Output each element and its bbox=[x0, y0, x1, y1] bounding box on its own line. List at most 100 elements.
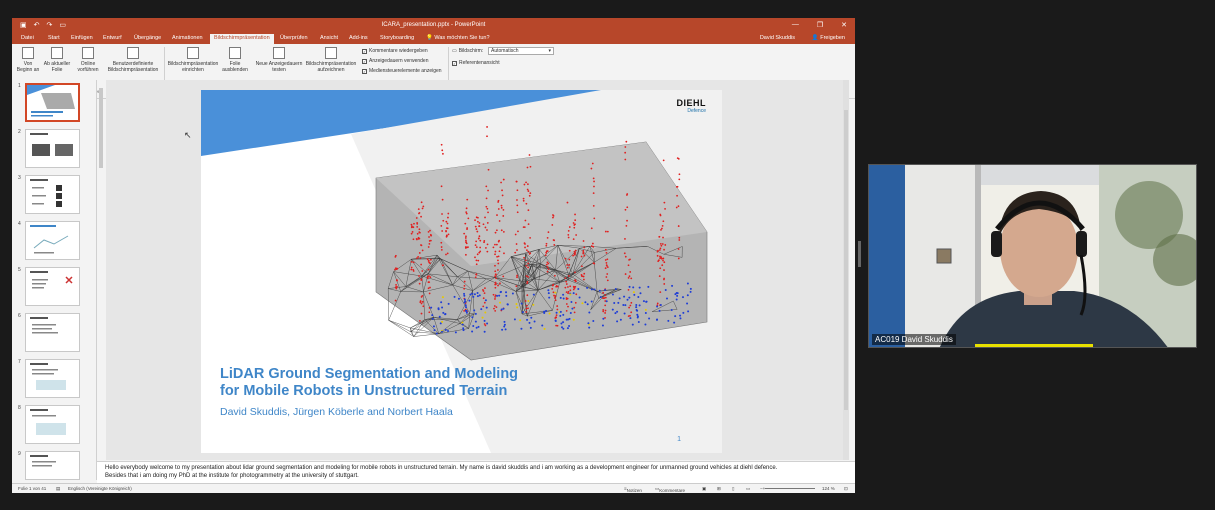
point-red bbox=[495, 277, 497, 280]
thumb-number: 6 bbox=[18, 313, 21, 319]
speaker-notes[interactable]: Hello everybody welcome to my presentati… bbox=[97, 461, 855, 483]
participant-video[interactable]: AC019 David Skuddis bbox=[868, 164, 1197, 348]
zoom-slider[interactable]: −+ bbox=[760, 486, 815, 491]
tab-storyboarding[interactable]: Storyboarding bbox=[380, 35, 414, 41]
point-red bbox=[516, 249, 518, 251]
tab-ansicht[interactable]: Ansicht bbox=[320, 35, 338, 41]
point-red bbox=[496, 214, 498, 216]
point-red bbox=[574, 285, 577, 288]
point-red bbox=[528, 194, 531, 197]
point-blue bbox=[637, 320, 640, 323]
tell-me-search[interactable]: 💡 Was möchten Sie tun? bbox=[426, 35, 490, 41]
tab-einfuegen[interactable]: Einfügen bbox=[71, 35, 93, 41]
point-blue bbox=[588, 326, 591, 329]
slide-thumbnail-3[interactable] bbox=[25, 175, 80, 214]
slide-canvas[interactable]: DIEHL Defence LiDAR Ground Segmentation … bbox=[201, 90, 722, 453]
point-red bbox=[441, 213, 443, 215]
monitor-select[interactable]: Automatisch ▾ bbox=[488, 47, 554, 55]
slide-thumbnail-4[interactable] bbox=[25, 221, 80, 260]
point-red bbox=[484, 324, 487, 327]
point-blue bbox=[503, 323, 506, 326]
thumb-number: 8 bbox=[18, 405, 21, 411]
slide-thumbnail-7[interactable] bbox=[25, 359, 80, 398]
point-blue bbox=[483, 330, 486, 333]
checkbox-media-controls[interactable]: ✓ Mediensteuerelemente anzeigen bbox=[362, 68, 442, 74]
point-red bbox=[602, 308, 605, 311]
point-red bbox=[656, 302, 659, 305]
spellcheck-icon[interactable]: ▤ bbox=[56, 486, 60, 492]
hide-slide-button[interactable]: Folie ausblenden bbox=[220, 47, 250, 73]
point-red bbox=[678, 173, 681, 176]
checkbox-presenter-view[interactable]: ✓ Referentenansicht bbox=[452, 60, 500, 66]
thumbnail-scrollbar[interactable] bbox=[98, 80, 104, 480]
record-show-button[interactable]: Bildschirmpräsentation aufzeichnen bbox=[305, 47, 357, 73]
language-indicator[interactable]: Englisch (Vereinigte Königreich) bbox=[68, 486, 132, 491]
from-current-button[interactable]: Ab aktueller Folie bbox=[42, 47, 72, 73]
point-red bbox=[421, 270, 424, 272]
tab-add-ins[interactable]: Add-ins bbox=[349, 35, 368, 41]
point-red bbox=[566, 201, 569, 204]
point-red bbox=[447, 216, 449, 219]
fit-slide-icon[interactable]: ⊡ bbox=[844, 486, 848, 492]
point-red bbox=[664, 207, 666, 210]
chevron-down-icon: ▾ bbox=[548, 48, 551, 54]
comments-toggle-button[interactable]: ▭ Kommentare bbox=[655, 486, 685, 493]
share-button[interactable]: 👤 Freigeben bbox=[812, 35, 845, 41]
tab-datei[interactable]: Datei bbox=[21, 35, 34, 41]
point-red bbox=[486, 207, 489, 210]
minimize-button[interactable]: — bbox=[792, 21, 799, 29]
point-blue bbox=[554, 319, 557, 322]
slide-thumbnail-9[interactable] bbox=[25, 451, 80, 480]
point-blue bbox=[577, 288, 580, 291]
tab-entwurf[interactable]: Entwurf bbox=[103, 35, 122, 41]
point-red bbox=[447, 212, 450, 215]
close-button[interactable]: ✕ bbox=[841, 21, 847, 29]
splitter-handle[interactable] bbox=[858, 241, 861, 267]
point-blue bbox=[548, 312, 551, 315]
point-red bbox=[545, 263, 548, 266]
maximize-button[interactable]: ❐ bbox=[817, 21, 823, 29]
point-red bbox=[677, 225, 680, 227]
rehearse-timings-button[interactable]: Neue Anzeigedauern testen bbox=[254, 47, 304, 73]
point-blue bbox=[484, 311, 487, 314]
tab-uebergaenge[interactable]: Übergänge bbox=[134, 35, 161, 41]
scroll-thumb[interactable] bbox=[844, 110, 848, 410]
reading-view-icon[interactable]: ▯ bbox=[732, 486, 734, 492]
slide-thumbnail-2[interactable] bbox=[25, 129, 80, 168]
point-red bbox=[474, 256, 476, 259]
point-blue bbox=[463, 294, 466, 297]
setup-show-button[interactable]: Bildschirmpräsentation einrichten bbox=[167, 47, 219, 73]
point-red bbox=[604, 317, 606, 319]
slide-thumbnail-5[interactable] bbox=[25, 267, 80, 306]
slide-thumbnail-1[interactable] bbox=[25, 83, 80, 122]
point-red bbox=[592, 177, 595, 180]
tab-animationen[interactable]: Animationen bbox=[172, 35, 203, 41]
custom-show-button[interactable]: Benutzerdefinierte Bildschirmpräsentatio… bbox=[104, 47, 162, 73]
user-name[interactable]: David Skuddis bbox=[760, 35, 795, 41]
point-red bbox=[592, 262, 595, 264]
zoom-level[interactable]: 124 % bbox=[822, 486, 835, 491]
notes-toggle-button[interactable]: ≡ Notizen bbox=[624, 486, 642, 493]
checkbox-comments[interactable]: ✓ Kommentare wiedergeben bbox=[362, 48, 428, 54]
from-start-button[interactable]: Von Beginn an bbox=[16, 47, 40, 73]
tab-bildschirmpraesentation[interactable]: Bildschirmpräsentation bbox=[210, 34, 274, 44]
point-red bbox=[484, 287, 486, 290]
point-red bbox=[593, 217, 596, 220]
point-blue bbox=[478, 294, 481, 297]
point-blue bbox=[477, 325, 480, 328]
point-red bbox=[677, 157, 680, 160]
checkbox-timings[interactable]: ✓ Anzeigedauern verwenden bbox=[362, 58, 429, 64]
tab-ueberpruefen[interactable]: Überprüfen bbox=[280, 35, 308, 41]
sorter-view-icon[interactable]: ⊞ bbox=[717, 486, 721, 492]
point-red bbox=[567, 275, 570, 277]
point-blue bbox=[555, 311, 558, 314]
slide-scrollbar[interactable] bbox=[843, 80, 849, 460]
scroll-thumb[interactable] bbox=[99, 88, 103, 168]
slide-thumbnail-8[interactable] bbox=[25, 405, 80, 444]
present-online-button[interactable]: Online vorführen bbox=[74, 47, 102, 73]
slide-thumbnail-6[interactable] bbox=[25, 313, 80, 352]
point-red bbox=[572, 238, 575, 241]
normal-view-icon[interactable]: ▣ bbox=[702, 486, 706, 492]
tab-start[interactable]: Start bbox=[48, 35, 60, 41]
slideshow-view-icon[interactable]: ▭ bbox=[746, 486, 750, 492]
